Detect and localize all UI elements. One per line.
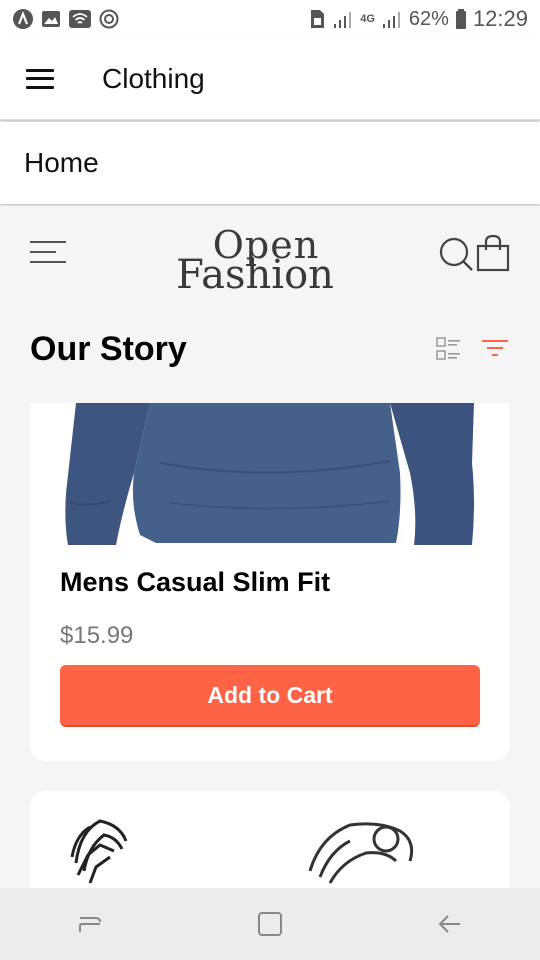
add-to-cart-button[interactable]: Add to Cart (60, 665, 480, 727)
home-icon[interactable] (256, 910, 284, 938)
battery-percent: 62% (408, 7, 449, 30)
product-name[interactable]: Mens Casual Slim Fit (60, 567, 330, 598)
site-header: Open Fashion (0, 206, 540, 306)
status-bar: 4G 62% 12:29 (0, 0, 540, 38)
list-view-icon[interactable] (436, 337, 462, 361)
gallery-icon (42, 11, 60, 27)
search-icon[interactable] (438, 236, 474, 272)
app-a-icon (13, 9, 33, 29)
sync-icon (99, 9, 119, 29)
product-image[interactable] (30, 403, 510, 545)
signal-icon (334, 12, 352, 28)
site-menu-icon[interactable] (30, 240, 66, 264)
battery-icon (455, 9, 466, 29)
web-content: Open Fashion Our Story Mens Casual Slim … (0, 206, 540, 888)
status-right-icons: 4G 62% 12:29 (308, 6, 528, 32)
status-left-icons (12, 8, 120, 30)
network-type-label: 4G (360, 13, 375, 25)
signal-icon (382, 12, 400, 28)
product-image[interactable] (30, 791, 510, 888)
system-nav-bar (0, 888, 540, 960)
breadcrumb-bar: Home (0, 122, 540, 204)
back-icon[interactable] (436, 910, 464, 938)
app-bar: Clothing (0, 38, 540, 120)
menu-icon[interactable] (26, 68, 54, 89)
recent-apps-icon[interactable] (76, 910, 104, 938)
breadcrumb-home[interactable]: Home (24, 147, 99, 179)
product-price: $15.99 (60, 622, 134, 649)
app-title: Clothing (102, 62, 205, 94)
wifi-icon (69, 10, 91, 28)
clock: 12:29 (472, 6, 528, 31)
logo-line-2: Fashion (176, 252, 334, 298)
shopping-bag-icon[interactable] (476, 234, 510, 272)
site-logo[interactable]: Open Fashion (175, 226, 335, 300)
product-card[interactable]: Mens Casual Slim Fit $15.99 Add to Cart (30, 403, 510, 761)
product-card[interactable] (30, 791, 510, 888)
filter-icon[interactable] (482, 339, 508, 357)
section-title: Our Story (30, 330, 187, 368)
sim-icon (311, 10, 325, 28)
